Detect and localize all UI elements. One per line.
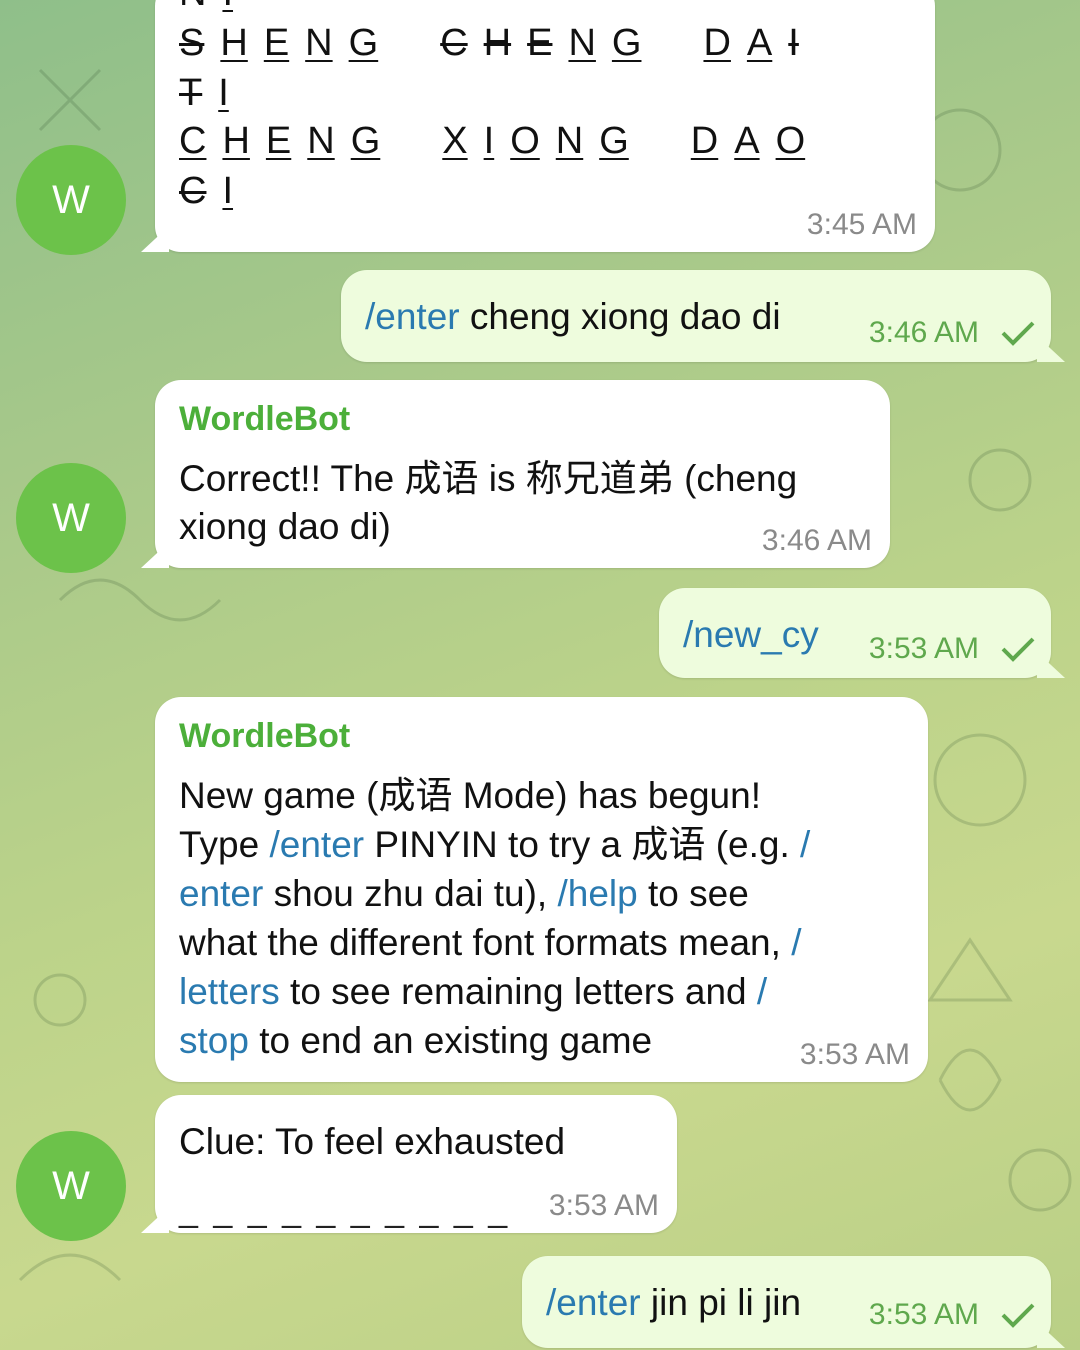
answer-blanks: _ _ _ _ _ _ _ _ _ _: [179, 1191, 511, 1229]
grid-letter: H: [220, 22, 248, 64]
bot-message: WordleBot New game (成语 Mode) has begun! …: [155, 697, 928, 1082]
sender-name[interactable]: WordleBot: [179, 717, 350, 756]
grid-letter: N: [307, 120, 335, 162]
message-time: 3:53 AM: [548, 1189, 659, 1222]
message-time: 3:53 AM: [799, 1038, 910, 1071]
command-link[interactable]: enter: [179, 873, 263, 914]
outgoing-message: /enter cheng xiong dao di 3:46 AM: [341, 270, 1051, 362]
bot-message: Clue: To feel exhausted _ _ _ _ _ _ _ _ …: [155, 1095, 677, 1233]
grid-letter: C: [179, 120, 207, 162]
message-line: letters to see remaining letters and /: [179, 971, 768, 1012]
outgoing-message: /enter jin pi li jin 3:53 AM: [522, 1256, 1051, 1348]
command-link[interactable]: /: [791, 922, 801, 963]
grid-letter: A: [746, 22, 773, 64]
message-text: /enter cheng xiong dao di: [365, 292, 781, 341]
grid-letter: O: [775, 120, 806, 162]
grid-letter-absent: N: [179, 0, 206, 15]
grid-row: CHENGXIONGDAO: [179, 120, 821, 163]
grid-letter: D: [703, 22, 731, 64]
command-link[interactable]: /enter: [546, 1282, 641, 1323]
grid-letter-absent: C: [179, 170, 207, 212]
message-time: 3:53 AM: [868, 1298, 979, 1331]
bot-message: WordleBot Correct!! The 成语 is 称兄道弟 (chen…: [155, 380, 890, 568]
grid-letter: G: [611, 22, 642, 64]
read-check-icon: [1001, 637, 1035, 662]
grid-letter-absent: H: [483, 22, 512, 64]
grid-letter: A: [734, 120, 760, 162]
grid-letter: N: [555, 120, 584, 162]
outgoing-message: /new_cy 3:53 AM: [659, 588, 1051, 678]
message-line: stop to end an existing game: [179, 1020, 653, 1061]
command-link[interactable]: letters: [179, 971, 280, 1012]
message-line: Correct!! The 成语 is 称兄道弟 (cheng: [179, 458, 798, 499]
grid-letter: N: [568, 22, 596, 64]
avatar[interactable]: W: [16, 463, 126, 573]
grid-letter-absent: S: [179, 22, 205, 64]
command-link[interactable]: /: [800, 824, 810, 865]
avatar[interactable]: W: [16, 145, 126, 255]
message-line: enter shou zhu dai tu), /help to see: [179, 873, 749, 914]
avatar[interactable]: W: [16, 1131, 126, 1241]
message-time: 3:46 AM: [761, 524, 872, 557]
message-time: 3:45 AM: [806, 208, 917, 241]
grid-letter: X: [442, 120, 468, 162]
clue-text: Clue: To feel exhausted: [179, 1121, 566, 1162]
grid-letter: I: [222, 170, 234, 212]
grid-letter: H: [222, 120, 250, 162]
grid-letter: E: [263, 22, 290, 64]
message-line: what the different font formats mean, /: [179, 922, 802, 963]
grid-letter: D: [690, 120, 719, 162]
message-time: 3:46 AM: [868, 316, 979, 349]
command-link[interactable]: /enter: [365, 296, 460, 337]
grid-row: CI: [179, 170, 249, 213]
read-check-icon: [1001, 321, 1035, 346]
grid-row: SHENGCHENGDAI: [179, 22, 815, 65]
message-time: 3:53 AM: [868, 632, 979, 665]
message-body: jin pi li jin: [640, 1282, 802, 1323]
read-check-icon: [1001, 1303, 1035, 1328]
message-line: xiong dao di): [179, 506, 391, 547]
grid-letter-absent: C: [440, 22, 468, 64]
command-link[interactable]: /: [757, 971, 767, 1012]
grid-row: NI: [179, 0, 249, 15]
grid-letter: I: [222, 0, 233, 15]
grid-letter: I: [483, 120, 495, 162]
message-line: Type /enter PINYIN to try a 成语 (e.g. /: [179, 824, 811, 865]
grid-letter: G: [599, 120, 629, 162]
grid-letter: E: [265, 120, 292, 162]
command-link[interactable]: /enter: [270, 824, 365, 865]
grid-message: NISHENGCHENGDAITICHENGXIONGDAOCI 3:45 AM: [155, 0, 935, 252]
grid-letter: G: [350, 120, 381, 162]
grid-letter: O: [510, 120, 540, 162]
grid-letter-absent: T: [179, 72, 203, 114]
sender-name[interactable]: WordleBot: [179, 400, 350, 439]
message-body: cheng xiong dao di: [459, 296, 781, 337]
grid-row: TI: [179, 72, 245, 115]
grid-letter: I: [218, 72, 229, 114]
command-link[interactable]: stop: [179, 1020, 249, 1061]
command-link[interactable]: /new_cy: [683, 610, 819, 659]
command-link[interactable]: /help: [557, 873, 637, 914]
grid-letter-absent: I: [788, 22, 799, 64]
grid-letter: N: [305, 22, 333, 64]
grid-letter-absent: E: [527, 22, 553, 64]
message-text: /enter jin pi li jin: [546, 1278, 801, 1327]
message-line: New game (成语 Mode) has begun!: [179, 775, 761, 816]
grid-letter: G: [348, 22, 379, 64]
